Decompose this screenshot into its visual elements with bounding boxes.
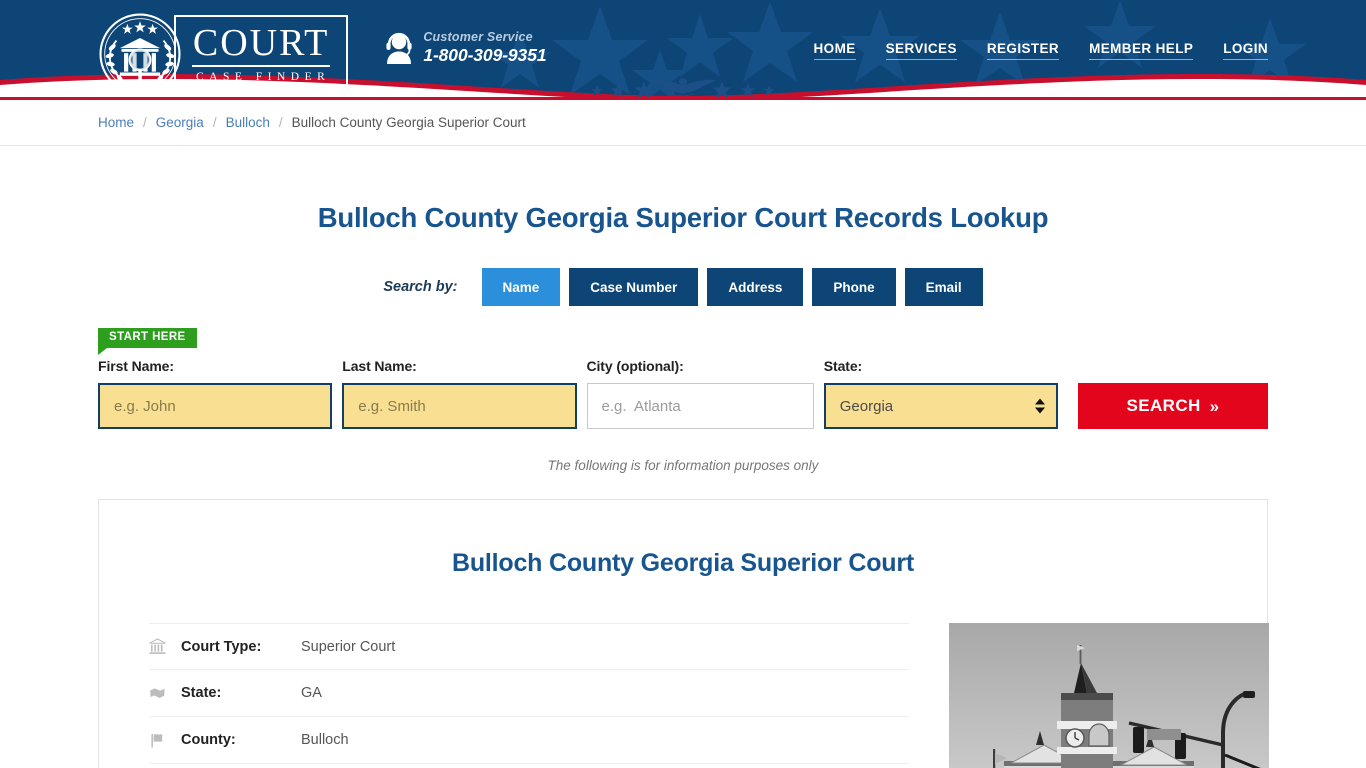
breadcrumb-item-home[interactable]: Home — [98, 115, 134, 130]
last-name-input[interactable] — [342, 383, 577, 429]
customer-service-block: Customer Service 1-800-309-9351 — [384, 30, 547, 66]
nav-item-home[interactable]: HOME — [813, 41, 856, 60]
map-icon — [149, 685, 181, 702]
breadcrumb-separator: / — [143, 115, 147, 130]
detail-value-county: Bulloch — [301, 732, 349, 748]
nav-item-login[interactable]: LOGIN — [1223, 41, 1268, 60]
court-detail-card: Bulloch County Georgia Superior Court Co… — [98, 499, 1269, 768]
logo-wordmark: COURT CASE FINDER — [174, 15, 349, 93]
site-header: COURT CASE FINDER Customer Service 1-800… — [0, 0, 1366, 100]
courthouse-photo — [949, 623, 1269, 768]
tab-name[interactable]: Name — [481, 268, 561, 306]
table-row: Court Type: Superior Court — [149, 623, 909, 670]
detail-value-court-type: Superior Court — [301, 638, 396, 655]
state-select[interactable]: Georgia — [823, 383, 1059, 429]
logo-primary-text: COURT — [192, 24, 331, 68]
state-select-wrap: Georgia — [823, 383, 1059, 429]
breadcrumb-item-current: Bulloch County Georgia Superior Court — [291, 115, 526, 130]
tab-phone[interactable]: Phone — [812, 268, 896, 306]
first-name-input[interactable] — [98, 383, 333, 429]
first-name-field-group: First Name: — [98, 358, 333, 429]
court-search-form: First Name: Last Name: City (optional): … — [98, 358, 1269, 429]
info-note: The following is for information purpose… — [547, 458, 819, 473]
tab-case-number[interactable]: Case Number — [569, 268, 699, 306]
header-red-underline — [0, 97, 1366, 100]
last-name-label: Last Name: — [342, 358, 417, 374]
headset-support-icon — [386, 32, 412, 64]
court-detail-table: Court Type: Superior Court State: GA Cou… — [149, 623, 909, 768]
customer-service-phone[interactable]: 1-800-309-9351 — [423, 45, 546, 66]
search-by-label: Search by: — [383, 279, 458, 295]
breadcrumb-item-bulloch[interactable]: Bulloch — [226, 115, 270, 130]
search-by-tabs: Search by: Name Case Number Address Phon… — [98, 268, 1268, 306]
search-button-label: SEARCH — [1126, 396, 1201, 415]
search-button[interactable]: SEARCH » — [1078, 383, 1269, 429]
main-content: Bulloch County Georgia Superior Court Re… — [0, 202, 1366, 768]
state-field-group: State: Georgia — [823, 358, 1059, 429]
city-input[interactable] — [586, 383, 814, 429]
first-name-label: First Name: — [98, 358, 174, 374]
city-label: City (optional): — [586, 358, 684, 374]
page-title: Bulloch County Georgia Superior Court Re… — [317, 202, 1049, 233]
detail-label-county: County: — [181, 732, 236, 748]
detail-label-state: State: — [181, 685, 222, 701]
breadcrumb: Home / Georgia / Bulloch / Bulloch Count… — [0, 100, 1366, 146]
breadcrumb-separator: / — [278, 115, 283, 130]
nav-item-member-help[interactable]: MEMBER HELP — [1089, 41, 1194, 60]
logo-secondary-text: CASE FINDER — [196, 71, 331, 84]
table-row: County: Bulloch — [149, 717, 909, 764]
chevron-right-icon: » — [1209, 396, 1220, 416]
breadcrumb-item-georgia[interactable]: Georgia — [156, 115, 204, 130]
nav-item-register[interactable]: REGISTER — [986, 41, 1060, 60]
court-seal-icon — [99, 13, 181, 95]
customer-service-label: Customer Service — [423, 30, 533, 44]
site-logo[interactable]: COURT CASE FINDER — [98, 12, 349, 96]
breadcrumb-separator: / — [212, 115, 217, 130]
detail-label-court-type: Court Type: — [181, 638, 262, 655]
tab-email[interactable]: Email — [904, 268, 983, 306]
bank-icon — [149, 638, 181, 655]
city-field-group: City (optional): — [586, 358, 814, 429]
nav-item-services[interactable]: SERVICES — [885, 41, 957, 60]
detail-value-state: GA — [301, 685, 322, 701]
main-navigation: HOME SERVICES REGISTER MEMBER HELP LOGIN — [813, 41, 1268, 60]
start-here-wrap: START HERE — [98, 328, 1268, 354]
flag-icon — [149, 732, 181, 749]
court-name-title: Bulloch County Georgia Superior Court — [451, 549, 915, 577]
state-label: State: — [823, 358, 863, 374]
table-row: State: GA — [149, 670, 909, 717]
tab-address[interactable]: Address — [707, 268, 804, 306]
last-name-field-group: Last Name: — [342, 358, 577, 429]
card-body: Court Type: Superior Court State: GA Cou… — [149, 623, 1269, 768]
start-here-badge: START HERE — [98, 328, 197, 354]
